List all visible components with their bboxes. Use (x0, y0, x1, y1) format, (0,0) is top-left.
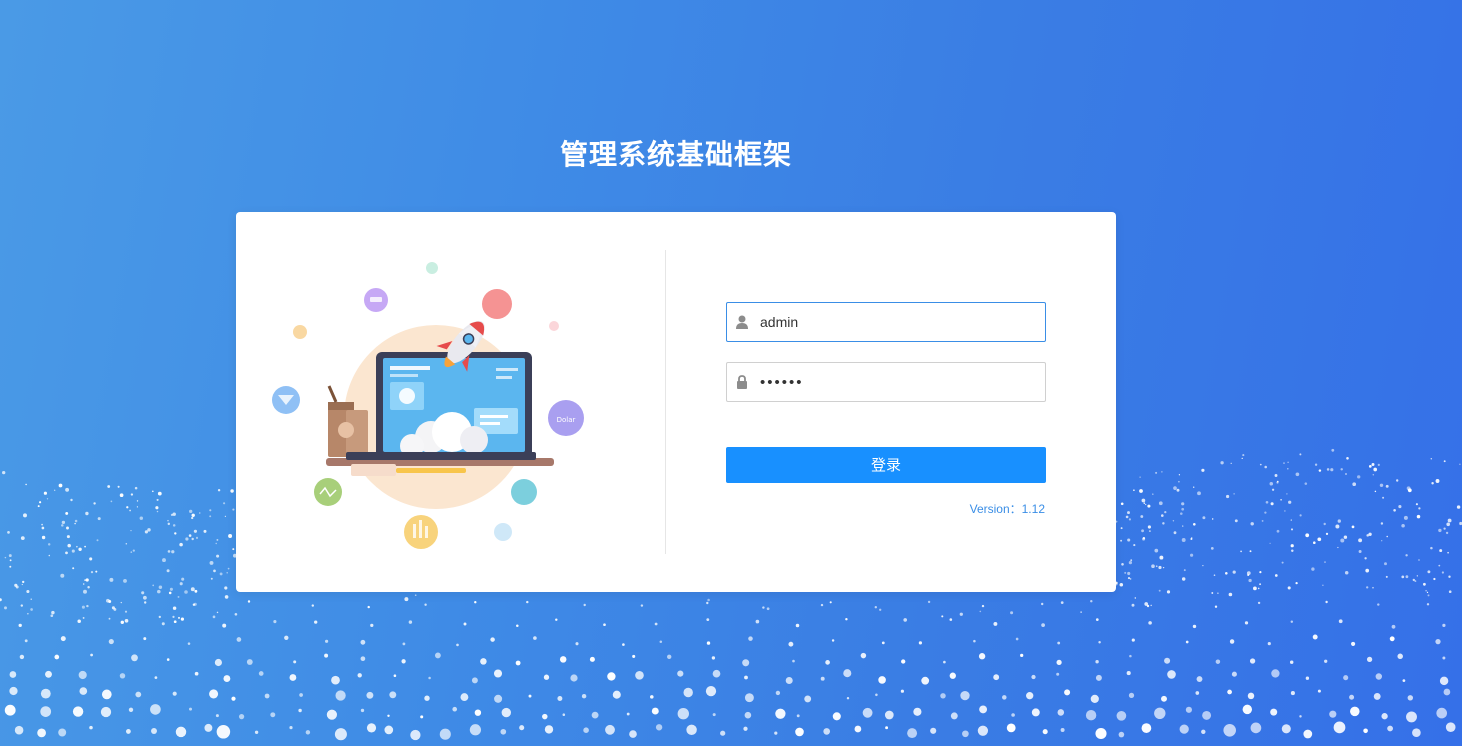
login-card: Dolar admin •••••• 登录 Version：1.12 (236, 212, 1116, 592)
card-divider (665, 250, 666, 554)
password-input[interactable] (760, 363, 1035, 401)
password-field[interactable] (726, 362, 1046, 402)
dollar-bubble-text: Dolar (557, 416, 576, 424)
login-button[interactable]: 登录 (726, 447, 1046, 483)
page-title: 管理系统基础框架 (559, 139, 792, 170)
username-field[interactable] (726, 302, 1046, 342)
lock-icon (737, 375, 747, 389)
user-icon (736, 315, 748, 329)
username-input[interactable] (760, 303, 1035, 341)
login-page: 管理系统基础框架 Dolar admin •••••• 登录 Version：1… (0, 0, 1462, 746)
laptop-rocket-illustration: Dolar (272, 262, 584, 549)
version-label: Version：1.12 (969, 502, 1045, 516)
